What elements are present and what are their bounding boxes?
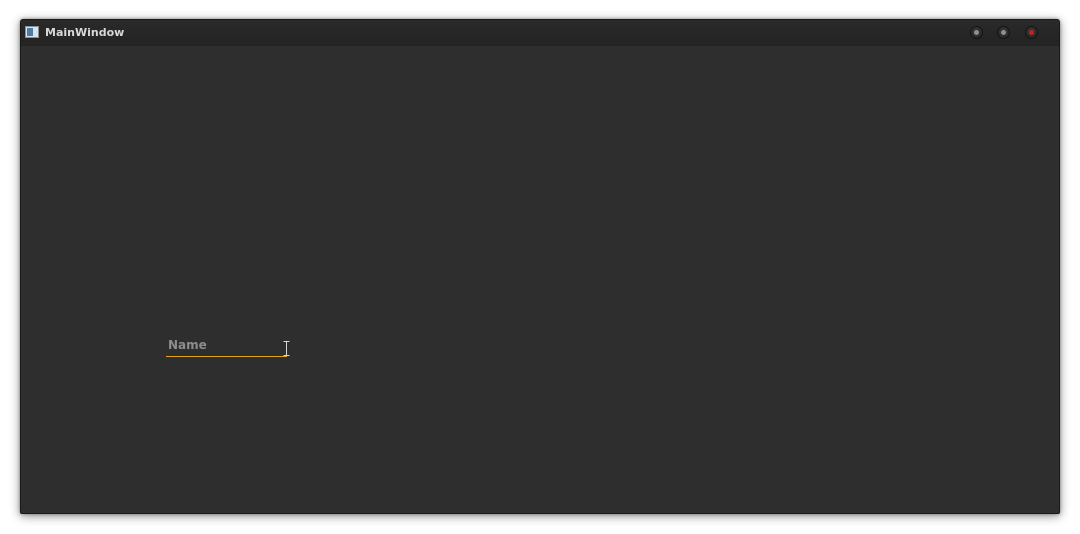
name-input-placeholder: Name bbox=[168, 338, 207, 352]
minimize-button[interactable] bbox=[970, 26, 983, 39]
text-ibeam-cursor-icon bbox=[283, 341, 290, 356]
window-title: MainWindow bbox=[45, 26, 125, 39]
close-button[interactable] bbox=[1025, 26, 1038, 39]
name-input[interactable]: Name bbox=[166, 335, 287, 357]
maximize-dot-icon bbox=[1001, 30, 1006, 35]
minimize-dot-icon bbox=[974, 30, 979, 35]
maximize-button[interactable] bbox=[997, 26, 1010, 39]
app-window-icon bbox=[25, 26, 39, 38]
window-content: Name bbox=[21, 46, 1059, 513]
title-bar[interactable]: MainWindow bbox=[21, 20, 1059, 47]
close-dot-icon bbox=[1029, 30, 1034, 35]
main-window: MainWindow Name bbox=[20, 19, 1060, 514]
